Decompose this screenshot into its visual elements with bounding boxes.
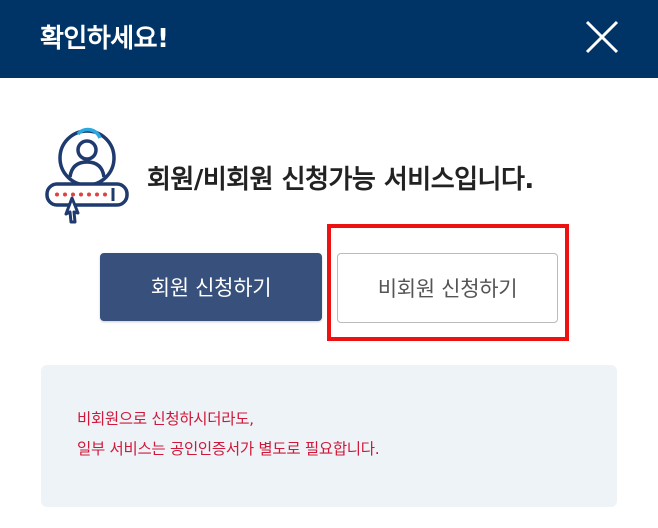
close-icon (585, 20, 619, 54)
dialog-title: 확인하세요! (40, 24, 169, 54)
notice-line-2: 일부 서비스는 공인인증서가 별도로 필요합니다. (77, 440, 380, 458)
dialog-header: 확인하세요! (0, 0, 658, 78)
close-button[interactable] (578, 16, 626, 62)
highlight-box (327, 224, 569, 341)
notice-box: 비회원으로 신청하시더라도, 일부 서비스는 공인인증서가 별도로 필요합니다. (41, 365, 617, 507)
notice-line-1: 비회원으로 신청하시더라도, (77, 410, 254, 428)
user-login-icon (42, 124, 132, 224)
member-apply-button[interactable]: 회원 신청하기 (100, 253, 322, 321)
service-description: 회원/비회원 신청가능 서비스입니다. (147, 165, 534, 195)
